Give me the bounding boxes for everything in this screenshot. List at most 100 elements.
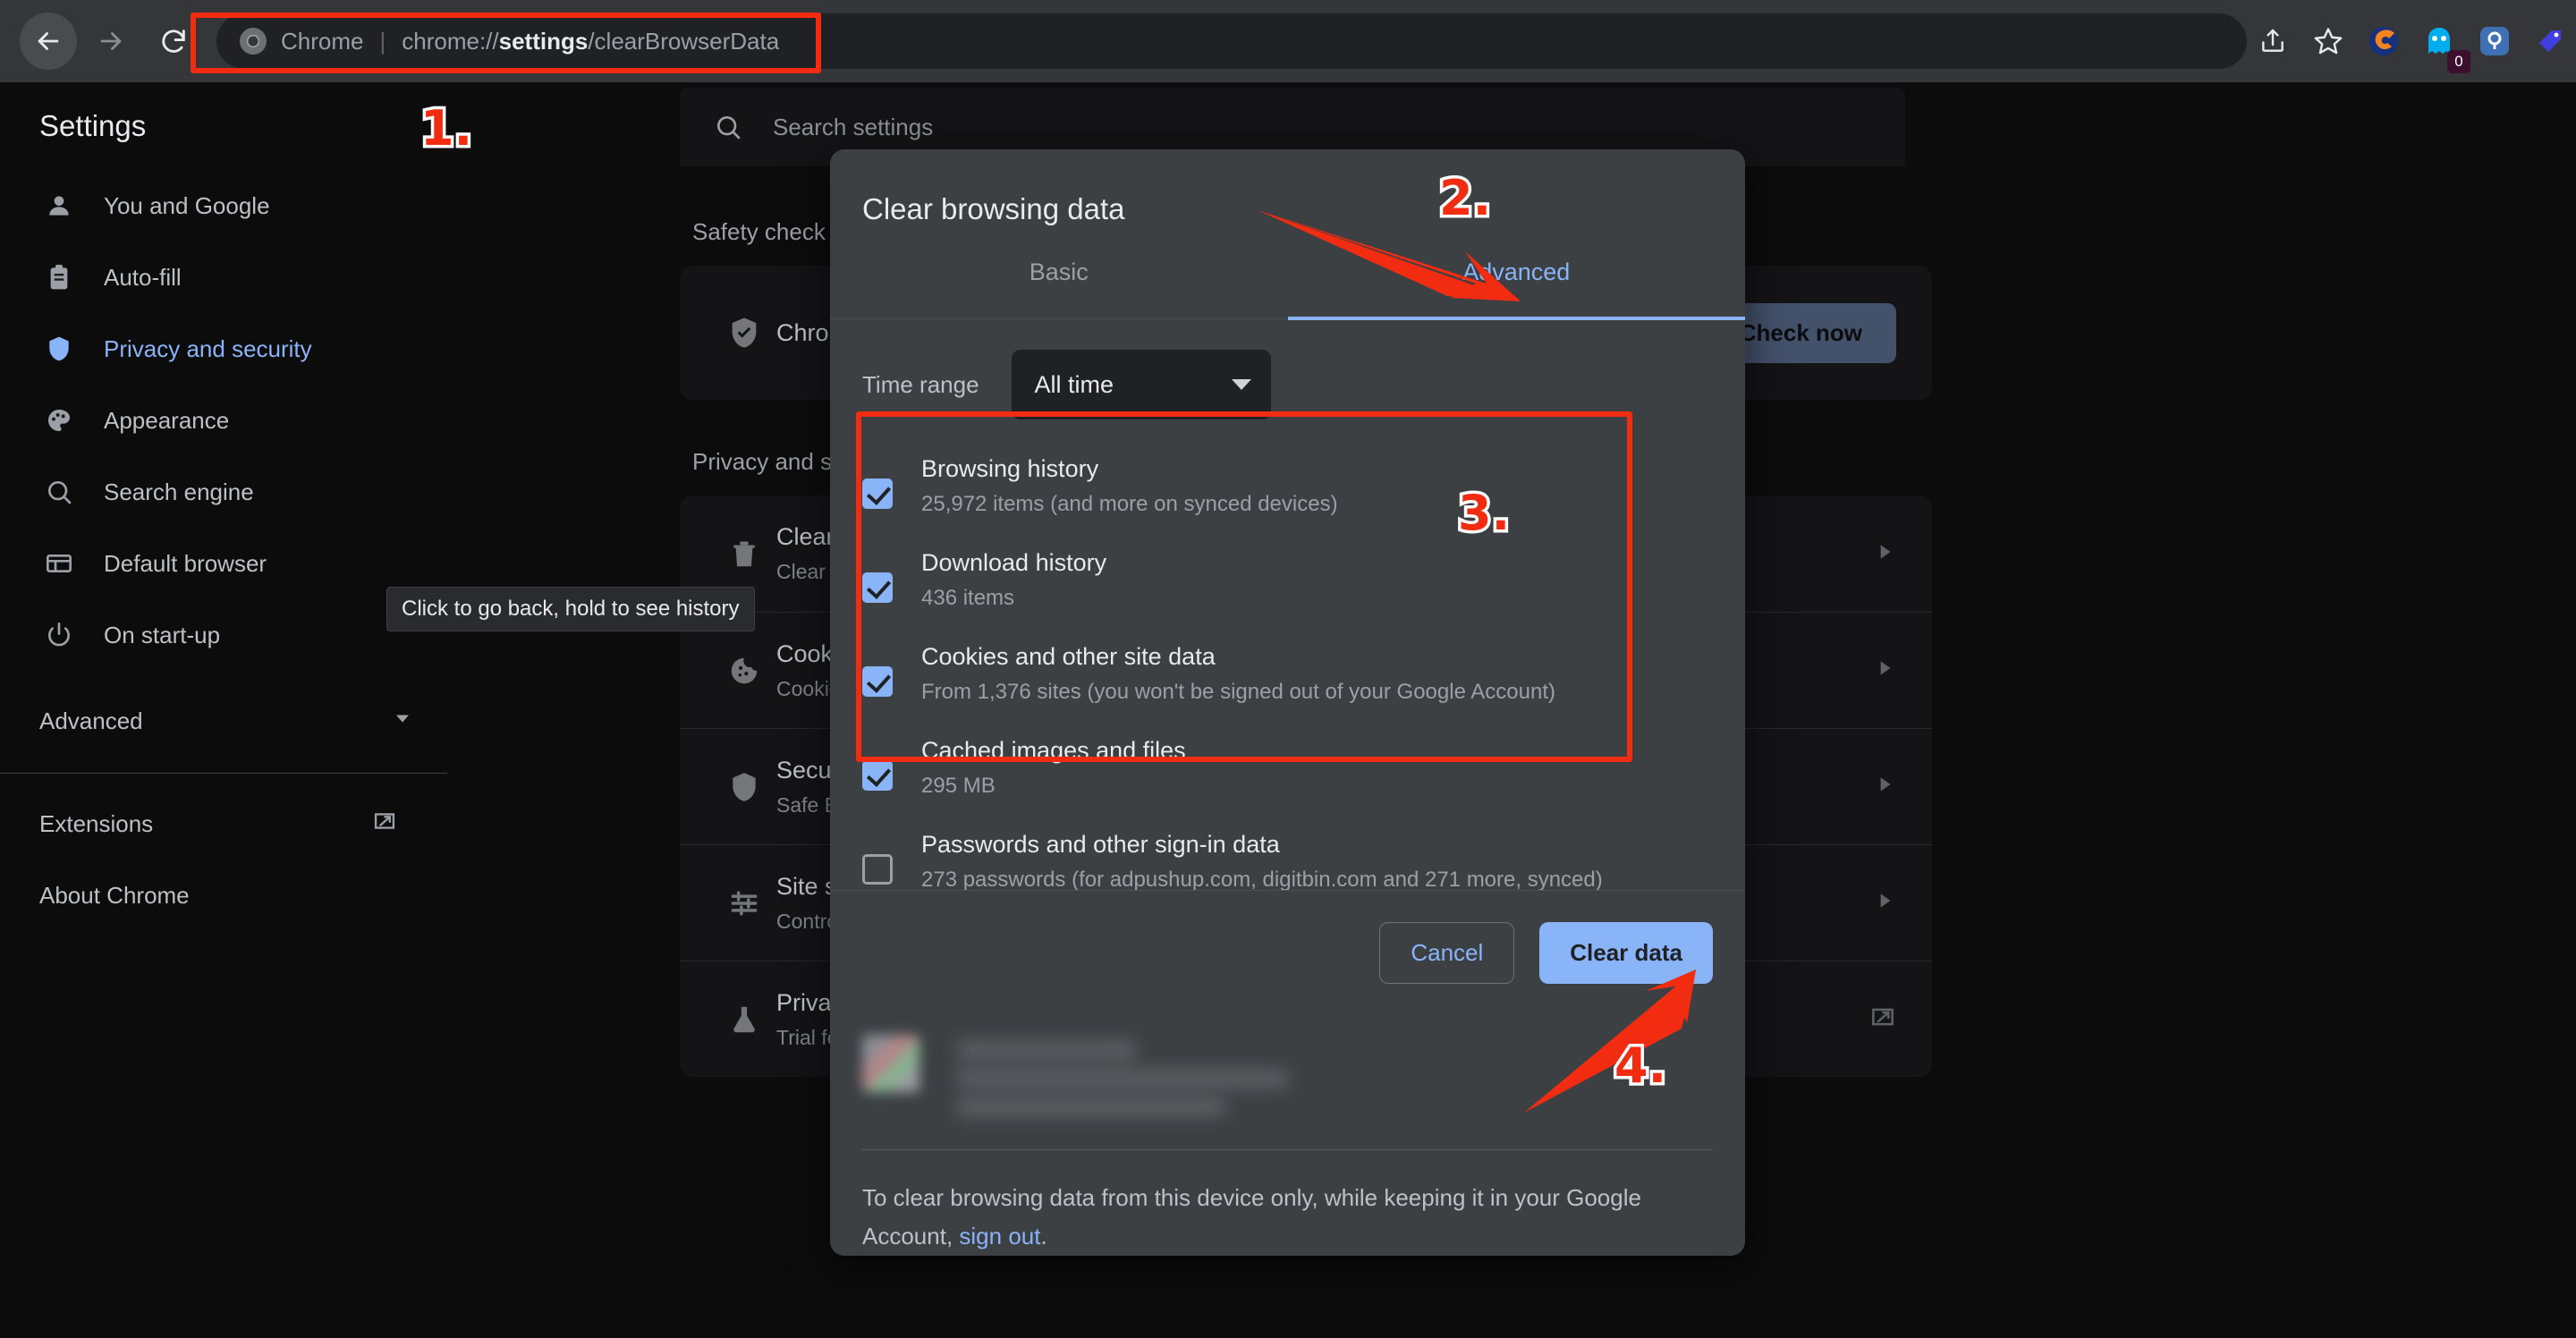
option-passwords-and-other-sign-in-data[interactable]: Passwords and other sign-in data 273 pas… — [862, 818, 1725, 890]
settings-sidebar: You and Google Auto-fill Privacy and sec… — [0, 170, 447, 931]
option-text: Browsing history 25,972 items (and more … — [921, 455, 1338, 517]
chrome-logo-icon — [240, 28, 267, 55]
checkbox[interactable] — [862, 478, 893, 509]
chevron-right-icon — [1873, 773, 1896, 800]
address-bar[interactable]: Chrome | chrome://settings/clearBrowserD… — [216, 13, 2247, 69]
power-icon — [39, 621, 79, 649]
omnibox-url: chrome://settings/clearBrowserData — [402, 27, 780, 55]
checkbox[interactable] — [862, 760, 893, 791]
sidebar-item-label: You and Google — [104, 191, 270, 219]
sliders-icon — [712, 886, 776, 920]
option-browsing-history[interactable]: Browsing history 25,972 items (and more … — [862, 443, 1725, 537]
option-title: Cookies and other site data — [921, 643, 1216, 670]
checkbox[interactable] — [862, 572, 893, 603]
extension-ghostery-icon[interactable]: 0 — [2413, 15, 2470, 73]
sign-out-link[interactable]: sign out — [959, 1223, 1040, 1249]
sidebar-item-label: About Chrome — [39, 881, 190, 909]
nav-button-group — [0, 13, 202, 70]
extension-badge-count: 0 — [2447, 50, 2470, 73]
option-title: Browsing history — [921, 455, 1099, 482]
option-subtitle: 25,972 items (and more on synced devices… — [921, 492, 1338, 516]
time-range-select[interactable]: All time — [1011, 350, 1271, 419]
option-subtitle: From 1,376 sites (you won't be signed ou… — [921, 680, 1555, 704]
chevron-down-icon — [390, 706, 415, 737]
sidebar-item-label: Search engine — [104, 478, 254, 505]
option-text: Download history 436 items — [921, 549, 1106, 611]
chevron-right-icon — [1873, 540, 1896, 568]
blurred-avatar — [862, 1035, 919, 1093]
option-text: Cached images and files 295 MB — [921, 737, 1186, 799]
extension-keyword-search-icon[interactable] — [2469, 15, 2521, 67]
trash-icon — [712, 537, 776, 571]
screen: Chrome | chrome://settings/clearBrowserD… — [0, 0, 2576, 1338]
checkbox[interactable] — [862, 854, 893, 885]
browser-toolbar: Chrome | chrome://settings/clearBrowserD… — [0, 0, 2576, 82]
option-title: Cached images and files — [921, 737, 1186, 764]
clipboard-icon — [39, 263, 79, 292]
sidebar-item-auto-fill[interactable]: Auto-fill — [0, 241, 447, 313]
shield-check-icon — [712, 315, 776, 351]
annotation-marker-1: 1. — [417, 97, 475, 160]
sidebar-item-advanced[interactable]: Advanced — [0, 685, 447, 757]
sidebar-item-extensions[interactable]: Extensions — [0, 788, 447, 860]
footnote-suffix: . — [1040, 1223, 1047, 1250]
sidebar-item-appearance[interactable]: Appearance — [0, 385, 447, 456]
sidebar-item-label: Default browser — [104, 549, 267, 577]
sidebar-item-search-engine[interactable]: Search engine — [0, 456, 447, 528]
time-range-row: Time range All time — [830, 319, 1745, 443]
option-download-history[interactable]: Download history 436 items — [862, 537, 1725, 631]
option-subtitle: 273 passwords (for adpushup.com, digitbi… — [921, 868, 1603, 891]
person-icon — [39, 191, 79, 220]
option-cookies-and-other-site-data[interactable]: Cookies and other site data From 1,376 s… — [862, 631, 1725, 724]
option-title: Passwords and other sign-in data — [921, 831, 1280, 858]
chevron-right-icon — [1873, 889, 1896, 917]
annotation-arrow-2 — [1258, 210, 1521, 301]
sidebar-item-label: On start-up — [104, 621, 221, 648]
omnibox-wrapper: Chrome | chrome://settings/clearBrowserD… — [216, 13, 2247, 69]
sidebar-item-default-browser[interactable]: Default browser — [0, 528, 447, 599]
sidebar-item-label: Privacy and security — [104, 334, 312, 362]
omnibox-divider: | — [379, 27, 386, 55]
page-title: Settings — [39, 109, 147, 142]
option-subtitle: 436 items — [921, 586, 1015, 610]
browser-window-icon — [39, 549, 79, 578]
tab-basic[interactable]: Basic — [830, 226, 1288, 319]
back-button-tooltip: Click to go back, hold to see history — [386, 587, 755, 631]
toolbar-actions: 0 n — [2247, 15, 2576, 73]
checkbox[interactable] — [862, 666, 893, 697]
sidebar-advanced-label: Advanced — [39, 707, 143, 734]
extension-grammarly-icon[interactable] — [2358, 15, 2410, 67]
sidebar-item-label: Appearance — [104, 406, 230, 434]
extension-tag-icon[interactable] — [2524, 15, 2576, 67]
sidebar-item-about-chrome[interactable]: About Chrome — [0, 860, 447, 931]
sidebar-item-label: Auto-fill — [104, 263, 182, 291]
option-text: Cookies and other site data From 1,376 s… — [921, 643, 1555, 705]
bookmark-star-icon[interactable] — [2302, 15, 2354, 67]
palette-icon — [39, 406, 79, 435]
chevron-right-icon — [1873, 656, 1896, 684]
cancel-button[interactable]: Cancel — [1379, 922, 1515, 985]
external-link-icon — [1869, 1004, 1896, 1035]
magnifier-icon — [39, 478, 79, 506]
chevron-down-icon — [1231, 379, 1251, 390]
sidebar-item-on-start-up[interactable]: On start-up — [0, 599, 447, 671]
share-icon[interactable] — [2247, 15, 2299, 67]
forward-arrow-icon[interactable] — [82, 13, 140, 70]
external-link-icon — [372, 809, 397, 840]
annotation-marker-3: 3. — [1454, 482, 1513, 545]
omnibox-chip-label: Chrome — [281, 27, 364, 55]
back-arrow-icon[interactable] — [20, 13, 77, 70]
time-range-label: Time range — [862, 370, 979, 398]
option-title: Download history — [921, 549, 1107, 576]
reload-icon[interactable] — [145, 13, 202, 70]
search-placeholder: Search settings — [773, 113, 934, 140]
option-subtitle: 295 MB — [921, 774, 996, 798]
sidebar-item-privacy-and-security[interactable]: Privacy and security — [0, 313, 447, 385]
sidebar-item-you-and-google[interactable]: You and Google — [0, 170, 447, 241]
option-cached-images-and-files[interactable]: Cached images and files 295 MB — [862, 724, 1725, 818]
sidebar-divider — [0, 773, 447, 774]
option-text: Passwords and other sign-in data 273 pas… — [921, 831, 1603, 890]
dialog-footnote: To clear browsing data from this device … — [830, 1150, 1745, 1256]
cookie-icon — [712, 654, 776, 688]
shield-check-icon — [712, 770, 776, 804]
